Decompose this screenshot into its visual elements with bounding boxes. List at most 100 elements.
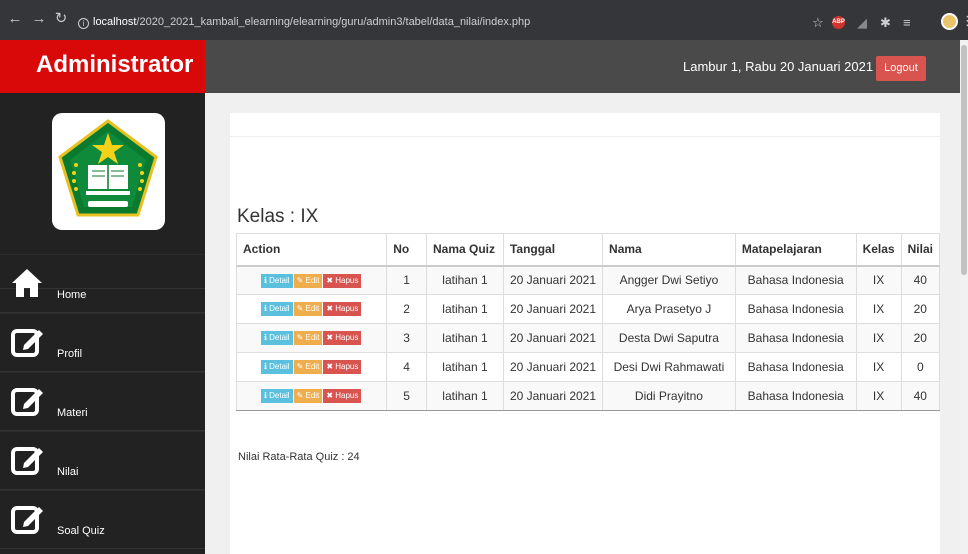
column-header-no: No	[386, 233, 427, 267]
cell-nama: Arya Prasetyo J	[602, 294, 736, 324]
cell-mapel: Bahasa Indonesia	[734, 352, 857, 382]
cell-kelas: IX	[855, 265, 902, 295]
average-score-text: Nilai Rata-Rata Quiz : 24	[238, 451, 360, 463]
cell-nama: Desi Dwi Rahmawati	[602, 352, 736, 382]
cell-tanggal: 20 Januari 2021	[502, 352, 604, 382]
cell-quiz: latihan 1	[426, 381, 504, 411]
info-icon[interactable]: i	[78, 18, 89, 29]
cell-nilai: 40	[900, 381, 941, 411]
edit-icon	[11, 447, 43, 475]
cell-tanggal: 20 Januari 2021	[502, 323, 604, 353]
edit-icon	[11, 388, 43, 416]
edit-button[interactable]: ✎ Edit	[293, 302, 323, 317]
action-cell: ℹ Detail ✎ Edit ✖ Hapus	[235, 294, 388, 324]
sidebar: Administrator Home Profil Materi Nilai S…	[0, 40, 205, 554]
nilai-table: Action No Nama Quiz Tanggal Nama Matapel…	[235, 233, 941, 411]
hapus-button[interactable]: ✖ Hapus	[323, 331, 362, 346]
cell-nilai: 40	[900, 265, 941, 295]
action-cell: ℹ Detail ✎ Edit ✖ Hapus	[235, 381, 388, 411]
cell-mapel: Bahasa Indonesia	[734, 381, 857, 411]
cell-no: 3	[386, 323, 427, 353]
cell-nilai: 0	[900, 352, 941, 382]
cell-kelas: IX	[855, 323, 902, 353]
sidebar-item-label: Soal Quiz	[57, 525, 105, 537]
puzzle-icon[interactable]: ✱	[880, 16, 891, 29]
table-header-row: Action No Nama Quiz Tanggal Nama Matapel…	[235, 233, 941, 267]
column-header-action: Action	[235, 233, 388, 267]
extension-icon[interactable]: ◢	[857, 16, 867, 29]
sidebar-item-materi[interactable]: Materi	[0, 372, 205, 431]
table-row: ℹ Detail ✎ Edit ✖ Hapus 4 latihan 1 20 Jan…	[235, 352, 941, 382]
content-panel: Kelas : IX Action No Nama Quiz Tanggal N…	[230, 113, 941, 554]
browser-menu-icon[interactable]: ⋮	[961, 13, 968, 29]
sidebar-item-label: Nilai	[57, 466, 79, 478]
edit-button[interactable]: ✎ Edit	[293, 331, 323, 346]
cell-quiz: latihan 1	[426, 323, 504, 353]
table-row: ℹ Detail ✎ Edit ✖ Hapus 1 latihan 1 20 Jan…	[235, 265, 941, 295]
address-bar[interactable]: i localhost/2020_2021_kambali_elearning/e…	[78, 16, 530, 29]
action-cell: ℹ Detail ✎ Edit ✖ Hapus	[235, 323, 388, 353]
main-content: Kelas : IX Action No Nama Quiz Tanggal N…	[205, 93, 960, 554]
brand-title[interactable]: Administrator	[0, 40, 205, 93]
column-header-nilai: Nilai	[900, 233, 941, 267]
sidebar-item-label: Materi	[57, 407, 88, 419]
column-header-tanggal: Tanggal	[502, 233, 604, 267]
adblock-icon[interactable]: ABP	[832, 16, 845, 29]
cell-kelas: IX	[855, 294, 902, 324]
edit-button[interactable]: ✎ Edit	[293, 360, 323, 375]
cell-tanggal: 20 Januari 2021	[502, 381, 604, 411]
kemenag-logo	[52, 113, 165, 230]
column-header-matapelajaran: Matapelajaran	[734, 233, 857, 267]
cell-no: 1	[386, 265, 427, 295]
hapus-button[interactable]: ✖ Hapus	[323, 273, 362, 288]
column-header-nama-quiz: Nama Quiz	[426, 233, 504, 267]
top-header: Lambur 1, Rabu 20 Januari 2021 Logout	[205, 40, 968, 93]
browser-toolbar: ← → ↻ i localhost/2020_2021_kambali_elear…	[0, 0, 968, 40]
forward-arrow-icon[interactable]: →	[30, 10, 48, 28]
cell-mapel: Bahasa Indonesia	[734, 294, 857, 324]
detail-button[interactable]: ℹ Detail	[260, 302, 293, 317]
sidebar-item-soal-quiz[interactable]: Soal Quiz	[0, 490, 205, 549]
cell-kelas: IX	[855, 352, 902, 382]
media-control-icon[interactable]: ≡	[903, 16, 911, 29]
column-header-nama: Nama	[602, 233, 736, 267]
table-row: ℹ Detail ✎ Edit ✖ Hapus 3 latihan 1 20 Jan…	[235, 323, 941, 353]
cell-no: 2	[386, 294, 427, 324]
edit-icon	[11, 329, 43, 357]
detail-button[interactable]: ℹ Detail	[260, 331, 293, 346]
cell-quiz: latihan 1	[426, 294, 504, 324]
detail-button[interactable]: ℹ Detail	[260, 360, 293, 375]
hapus-button[interactable]: ✖ Hapus	[323, 389, 362, 404]
sidebar-item-home[interactable]: Home	[0, 254, 205, 313]
sidebar-item-profil[interactable]: Profil	[0, 313, 205, 372]
logout-button[interactable]: Logout	[876, 56, 926, 81]
cell-nilai: 20	[900, 323, 941, 353]
scrollbar-thumb[interactable]	[961, 45, 967, 275]
edit-button[interactable]: ✎ Edit	[293, 389, 323, 404]
cell-quiz: latihan 1	[426, 265, 504, 295]
hapus-button[interactable]: ✖ Hapus	[323, 302, 362, 317]
cell-nama: Angger Dwi Setiyo	[602, 265, 736, 295]
cell-nama: Desta Dwi Saputra	[602, 323, 736, 353]
action-cell: ℹ Detail ✎ Edit ✖ Hapus	[235, 265, 388, 295]
reload-icon[interactable]: ↻	[52, 10, 70, 28]
edit-button[interactable]: ✎ Edit	[293, 273, 323, 288]
back-arrow-icon[interactable]: ←	[6, 10, 24, 28]
cell-tanggal: 20 Januari 2021	[502, 294, 604, 324]
detail-button[interactable]: ℹ Detail	[260, 389, 293, 404]
cell-mapel: Bahasa Indonesia	[734, 265, 857, 295]
cell-mapel: Bahasa Indonesia	[734, 323, 857, 353]
table-row: ℹ Detail ✎ Edit ✖ Hapus 2 latihan 1 20 Jan…	[235, 294, 941, 324]
bookmark-star-icon[interactable]: ☆	[812, 16, 824, 29]
sidebar-item-nilai[interactable]: Nilai	[0, 431, 205, 490]
profile-avatar[interactable]	[941, 13, 958, 30]
hapus-button[interactable]: ✖ Hapus	[323, 360, 362, 375]
cell-no: 5	[386, 381, 427, 411]
cell-nama: Didi Prayitno	[602, 381, 736, 411]
sidebar-item-label: Home	[57, 289, 87, 301]
page-scrollbar[interactable]	[960, 40, 968, 554]
cell-kelas: IX	[855, 381, 902, 411]
cell-no: 4	[386, 352, 427, 382]
detail-button[interactable]: ℹ Detail	[260, 273, 293, 288]
table-row: ℹ Detail ✎ Edit ✖ Hapus 5 latihan 1 20 Jan…	[235, 381, 941, 411]
